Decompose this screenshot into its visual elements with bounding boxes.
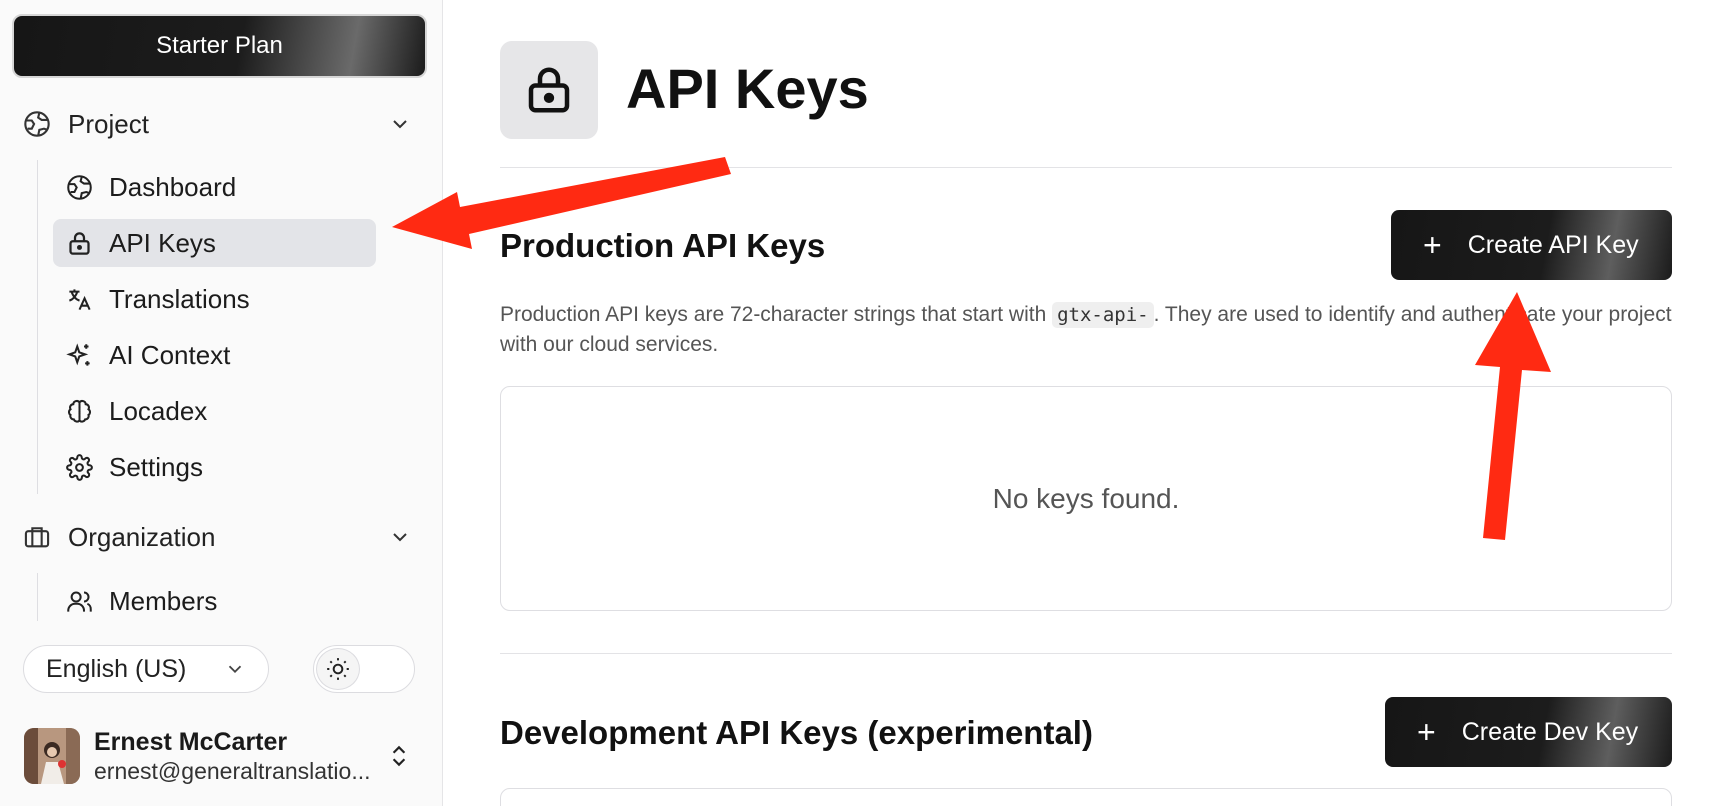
main-content: API Keys Production API Keys + Create AP… xyxy=(443,0,1730,806)
language-value: English (US) xyxy=(46,654,187,683)
production-description: Production API keys are 72-character str… xyxy=(500,300,1675,359)
sidebar-item-label: API Keys xyxy=(109,227,216,258)
sidebar-item-label: AI Context xyxy=(109,339,231,370)
development-keys-table xyxy=(500,788,1672,806)
production-section-title: Production API Keys xyxy=(500,227,826,264)
sidebar-item-dashboard[interactable]: Dashboard xyxy=(53,163,376,211)
lock-icon xyxy=(65,229,93,257)
sidebar-item-locadex[interactable]: Locadex xyxy=(53,387,376,435)
plan-button[interactable]: Starter Plan xyxy=(12,14,427,78)
sidebar-item-label: Dashboard xyxy=(109,171,237,202)
sun-icon xyxy=(327,658,349,680)
sidebar-item-members[interactable]: Members xyxy=(53,577,376,625)
chevron-down-icon[interactable] xyxy=(388,525,412,549)
avatar xyxy=(24,728,80,784)
user-email: ernest@generaltranslatio... xyxy=(94,758,371,784)
project-group-label: Project xyxy=(68,108,149,139)
globe-icon xyxy=(65,173,93,201)
organization-group-label: Organization xyxy=(68,521,216,552)
sidebar-item-settings[interactable]: Settings xyxy=(53,443,376,491)
create-dev-key-button[interactable]: + Create Dev Key xyxy=(1385,697,1672,767)
user-menu[interactable]: Ernest McCarter ernest@generaltranslatio… xyxy=(22,726,422,786)
description-text: Production API keys are 72-character str… xyxy=(500,303,1053,326)
divider xyxy=(500,167,1672,168)
create-api-key-label: Create API Key xyxy=(1467,230,1639,259)
brain-icon xyxy=(65,397,93,425)
plus-icon: + xyxy=(1417,714,1436,750)
theme-knob xyxy=(316,648,360,690)
sidebar-item-ai-context[interactable]: AI Context xyxy=(53,331,376,379)
chevron-down-icon xyxy=(228,665,242,674)
sidebar-item-translations[interactable]: Translations xyxy=(53,275,376,323)
production-keys-table: No keys found. xyxy=(500,386,1672,611)
briefcase-icon xyxy=(22,522,52,552)
sidebar-item-api-keys[interactable]: API Keys xyxy=(53,219,376,267)
tree-line xyxy=(37,160,38,494)
divider xyxy=(500,653,1672,654)
theme-toggle[interactable] xyxy=(313,645,415,693)
sidebar: Starter Plan Project Dashboard API Keys … xyxy=(0,0,443,806)
lock-icon xyxy=(528,67,570,113)
chevrons-up-down-icon[interactable] xyxy=(386,740,412,772)
sidebar-item-label: Locadex xyxy=(109,395,208,426)
user-name: Ernest McCarter xyxy=(94,728,288,756)
sidebar-item-label: Translations xyxy=(109,283,250,314)
empty-state-text: No keys found. xyxy=(992,482,1180,514)
organization-group-header[interactable]: Organization xyxy=(22,515,412,559)
gear-icon xyxy=(65,453,93,481)
chevron-down-icon[interactable] xyxy=(388,112,412,136)
sidebar-item-label: Settings xyxy=(109,451,203,482)
plus-icon: + xyxy=(1423,227,1442,263)
language-select[interactable]: English (US) xyxy=(23,645,269,693)
page-icon xyxy=(500,41,598,139)
sparkles-icon xyxy=(65,341,93,369)
tree-line xyxy=(37,573,38,621)
page-title: API Keys xyxy=(626,57,869,120)
create-dev-key-label: Create Dev Key xyxy=(1461,717,1639,746)
development-section-title: Development API Keys (experimental) xyxy=(500,714,1093,751)
globe-icon xyxy=(22,109,52,139)
create-api-key-button[interactable]: + Create API Key xyxy=(1391,210,1672,280)
users-icon xyxy=(65,587,93,615)
project-group-header[interactable]: Project xyxy=(22,102,412,146)
sidebar-item-label: Members xyxy=(109,585,218,616)
translate-icon xyxy=(65,285,93,313)
key-prefix-code: gtx-api- xyxy=(1052,302,1154,328)
